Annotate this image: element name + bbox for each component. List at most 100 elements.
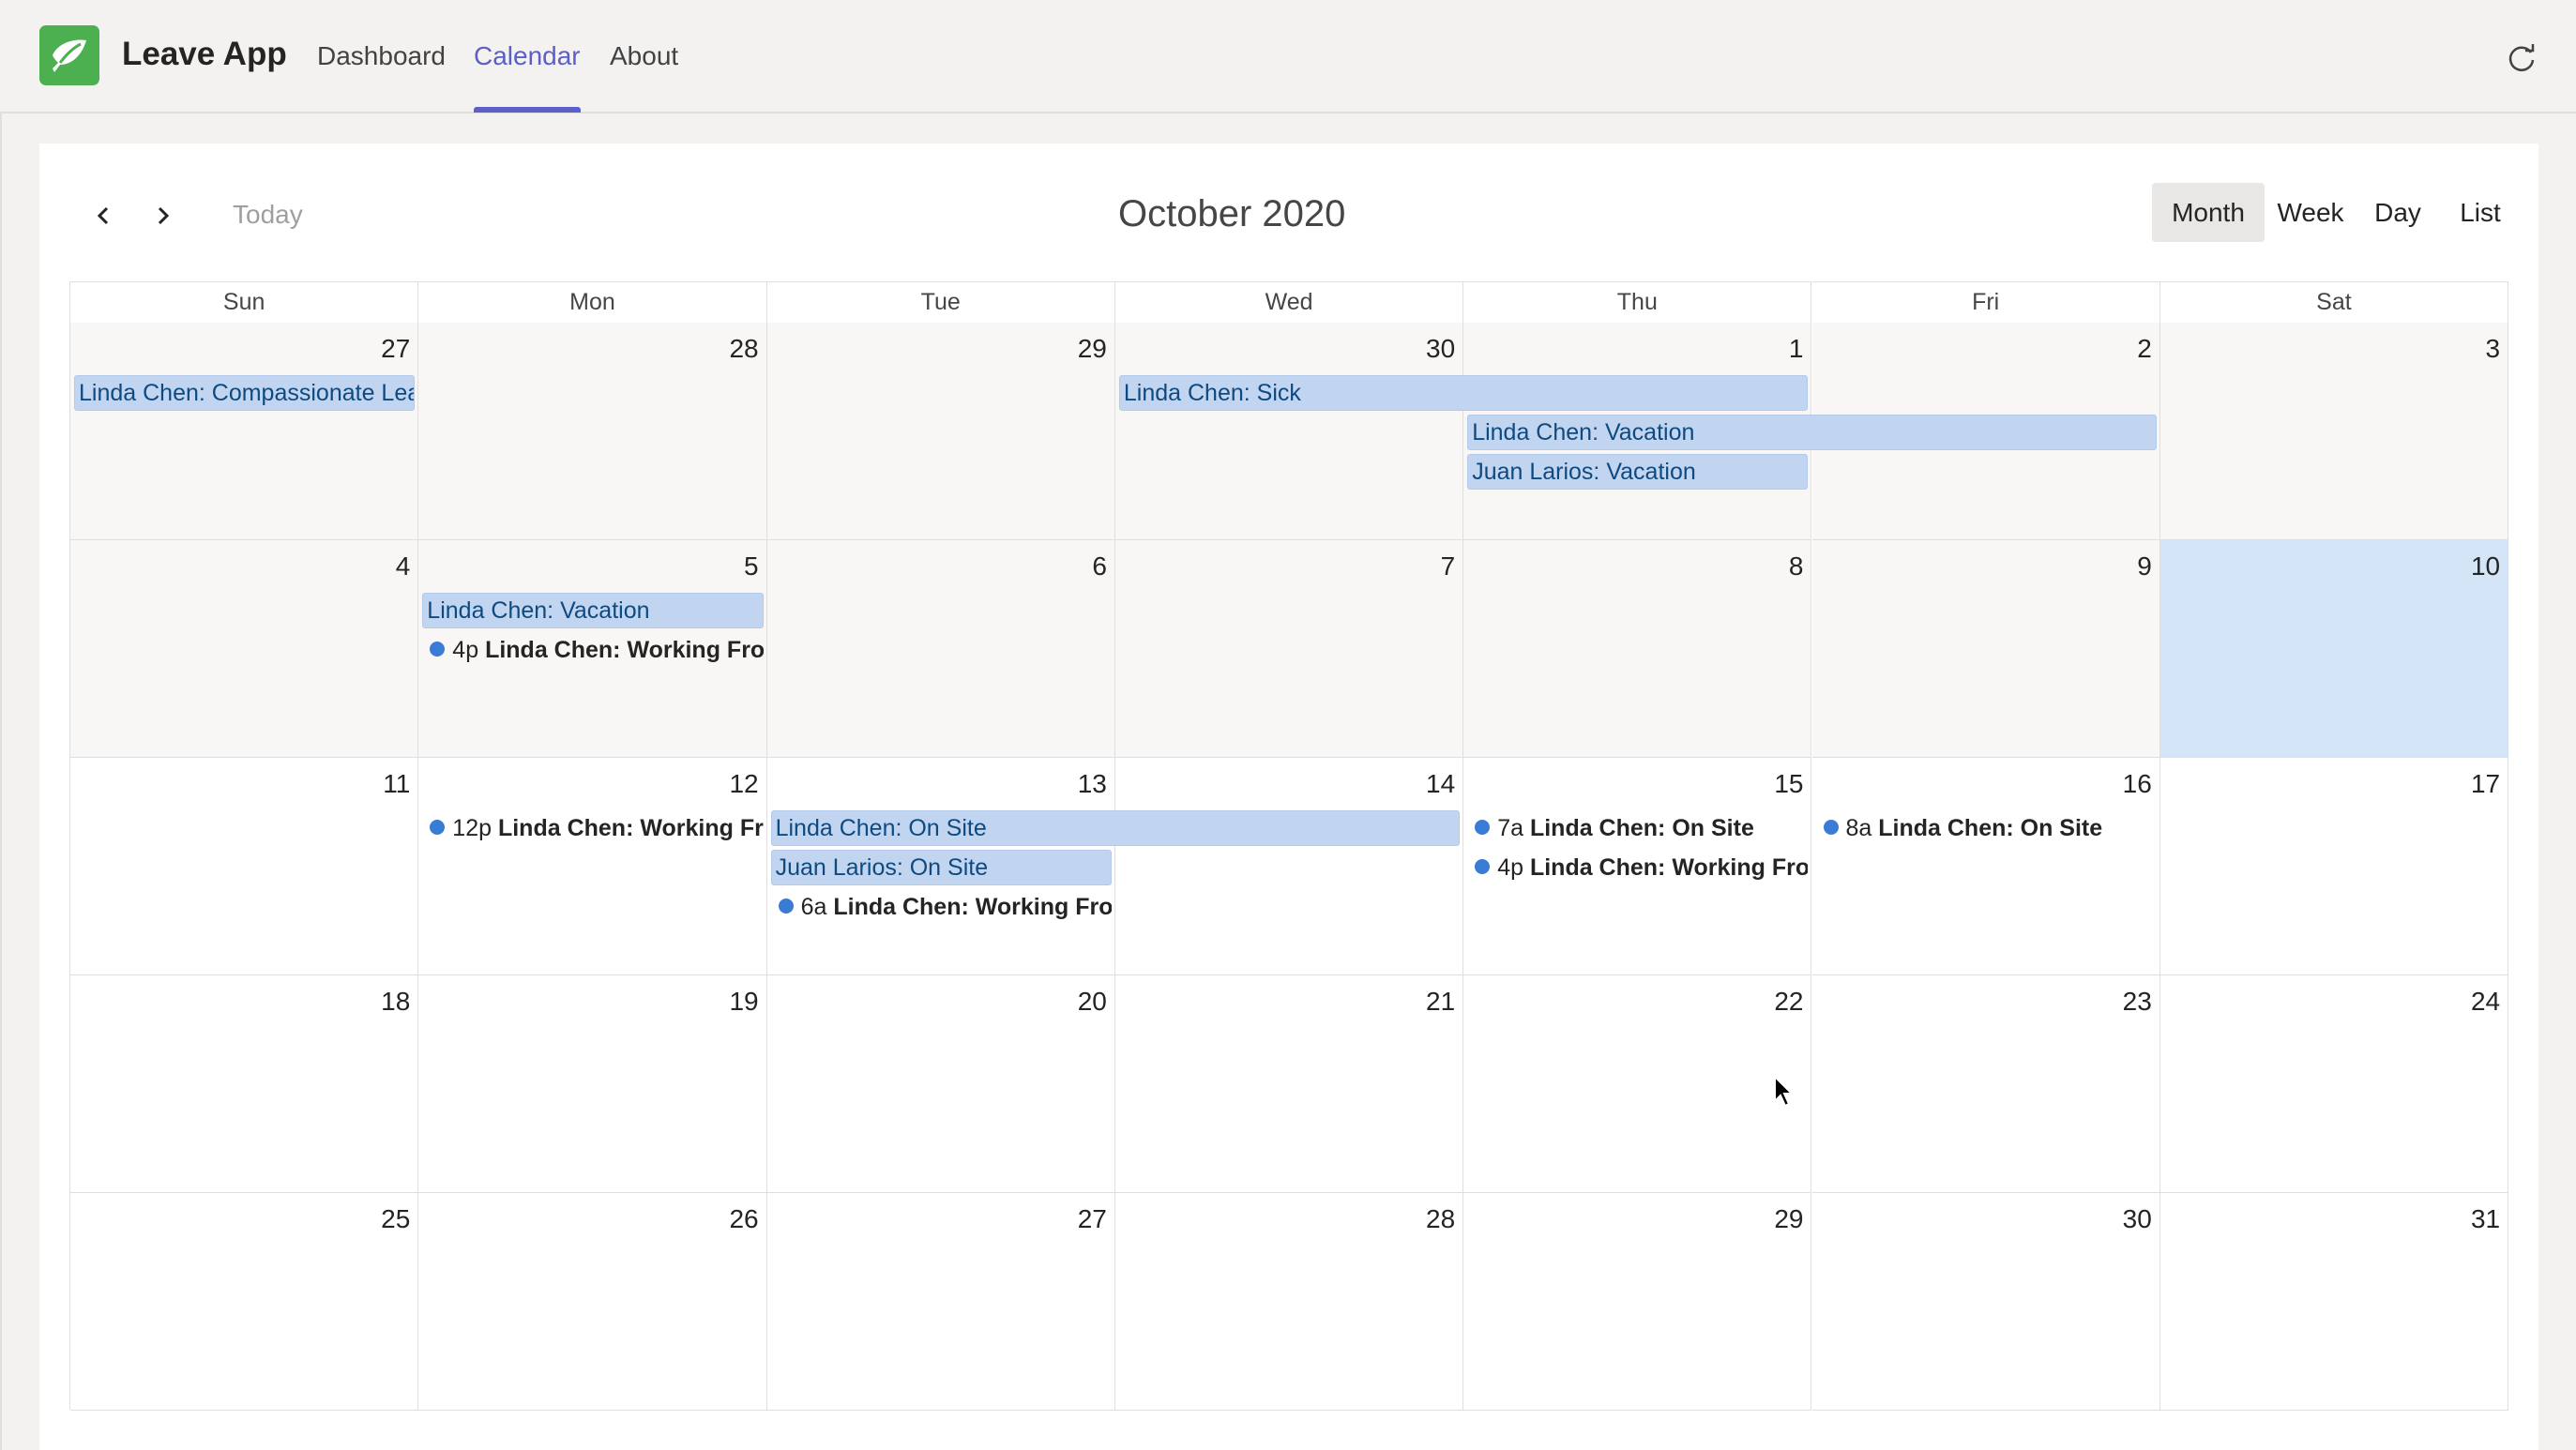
event-bar[interactable]: Linda Chen: Sick [1118,375,1809,411]
view-day-button[interactable]: Day [2356,183,2439,242]
day-cell[interactable]: 28 [1114,1193,1464,1411]
calendar-title: October 2020 [1118,193,1346,234]
day-number[interactable]: 8 [1789,551,1804,582]
day-number[interactable]: 12 [729,769,758,799]
day-number[interactable]: 25 [381,1204,410,1234]
day-cell[interactable]: 30 [1811,1193,2160,1411]
day-cell[interactable]: 6 [766,540,1115,758]
event-title: Linda Chen: Working From [1529,854,1809,881]
day-cell[interactable]: 3 [2159,323,2509,540]
day-number[interactable]: 2 [2137,334,2152,364]
day-number[interactable]: 13 [1078,769,1107,799]
day-number[interactable]: 7 [1441,551,1456,582]
day-cell[interactable]: 24 [2159,975,2509,1193]
tab-about[interactable]: About [610,41,678,113]
weekday-header: Sun [70,281,419,323]
day-cell[interactable]: 30 [1114,323,1464,540]
day-cell[interactable]: 9 [1811,540,2160,758]
day-cell[interactable]: 19 [418,975,767,1193]
event-bar[interactable]: Juan Larios: Vacation [1467,454,1809,490]
event-title: Linda Chen: Working From [497,815,764,841]
today-button[interactable]: Today [233,200,303,230]
day-cell[interactable]: 29 [1463,1193,1812,1411]
tab-calendar[interactable]: Calendar [474,41,581,113]
view-month-button[interactable]: Month [2152,183,2265,242]
day-number[interactable]: 21 [1426,987,1455,1017]
day-cell[interactable]: 20 [766,975,1115,1193]
day-number[interactable]: 22 [1774,987,1803,1017]
day-number[interactable]: 31 [2471,1204,2500,1234]
day-number[interactable]: 27 [381,334,410,364]
mouse-cursor-icon [1774,1075,1795,1108]
day-number[interactable]: 11 [383,769,410,799]
day-number[interactable]: 9 [2137,551,2152,582]
refresh-icon[interactable] [2505,41,2538,75]
event-timed[interactable]: 12p Linda Chen: Working From [422,810,764,846]
day-number[interactable]: 10 [2471,551,2500,582]
event-bar[interactable]: Linda Chen: Vacation [1467,415,2157,450]
day-number[interactable]: 4 [396,551,411,582]
weekday-header: Wed [1114,281,1464,323]
day-number[interactable]: 14 [1426,769,1455,799]
event-time: 8a [1845,815,1872,841]
event-bar[interactable]: Linda Chen: On Site [770,810,1461,846]
day-number[interactable]: 5 [744,551,759,582]
day-cell[interactable]: 14 [1114,758,1464,975]
day-cell[interactable]: 29 [766,323,1115,540]
day-number[interactable]: 20 [1078,987,1107,1017]
day-number[interactable]: 24 [2471,987,2500,1017]
day-number[interactable]: 26 [729,1204,758,1234]
day-number[interactable]: 19 [729,987,758,1017]
event-dot-icon [778,899,794,914]
event-timed[interactable]: 6a Linda Chen: Working From [771,889,1112,925]
event-timed[interactable]: 4p Linda Chen: Working From [422,632,764,668]
day-cell[interactable]: 28 [418,323,767,540]
day-number[interactable]: 6 [1092,551,1107,582]
event-title: Linda Chen: Working From [485,637,764,663]
day-cell[interactable]: 16 [1811,758,2160,975]
event-timed[interactable]: 7a Linda Chen: On Site [1467,810,1808,846]
day-cell[interactable]: 21 [1114,975,1464,1193]
day-number[interactable]: 27 [1078,1204,1107,1234]
day-number[interactable]: 28 [1426,1204,1455,1234]
day-number[interactable]: 3 [2486,334,2501,364]
day-number[interactable]: 30 [1426,334,1455,364]
event-bar[interactable]: Juan Larios: On Site [770,850,1112,885]
day-cell[interactable]: 27 [766,1193,1115,1411]
day-cell[interactable]: 26 [418,1193,767,1411]
day-number[interactable]: 23 [2123,987,2152,1017]
day-number[interactable]: 15 [1774,769,1803,799]
day-cell[interactable]: 23 [1811,975,2160,1193]
view-list-button[interactable]: List [2443,183,2518,242]
app-logo [39,25,99,85]
day-number[interactable]: 16 [2123,769,2152,799]
tab-dashboard[interactable]: Dashboard [317,41,446,113]
day-number[interactable]: 29 [1078,334,1107,364]
day-cell[interactable]: 7 [1114,540,1464,758]
day-number[interactable]: 17 [2471,769,2500,799]
chevron-right-icon[interactable] [144,197,182,234]
day-cell[interactable]: 10 [2159,540,2509,758]
event-bar[interactable]: Linda Chen: Compassionate Leave [74,375,416,411]
chevron-left-icon[interactable] [84,197,122,234]
event-timed[interactable]: 8a Linda Chen: On Site [1816,810,2157,846]
event-timed[interactable]: 4p Linda Chen: Working From [1467,850,1808,885]
day-number[interactable]: 28 [729,334,758,364]
view-week-button[interactable]: Week [2268,183,2353,242]
day-cell[interactable]: 11 [70,758,419,975]
day-number[interactable]: 18 [381,987,410,1017]
day-cell[interactable]: 12 [418,758,767,975]
day-cell[interactable]: 25 [70,1193,419,1411]
day-number[interactable]: 29 [1774,1204,1803,1234]
day-number[interactable]: 30 [2123,1204,2152,1234]
day-cell[interactable]: 31 [2159,1193,2509,1411]
day-cell[interactable]: 18 [70,975,419,1193]
day-cell[interactable]: 17 [2159,758,2509,975]
event-bar[interactable]: Linda Chen: Vacation [422,593,764,628]
day-cell[interactable]: 22 [1463,975,1812,1193]
day-cell[interactable]: 27 [70,323,419,540]
day-cell[interactable]: 4 [70,540,419,758]
weekday-header: Tue [766,281,1115,323]
day-number[interactable]: 1 [1789,334,1804,364]
day-cell[interactable]: 8 [1463,540,1812,758]
